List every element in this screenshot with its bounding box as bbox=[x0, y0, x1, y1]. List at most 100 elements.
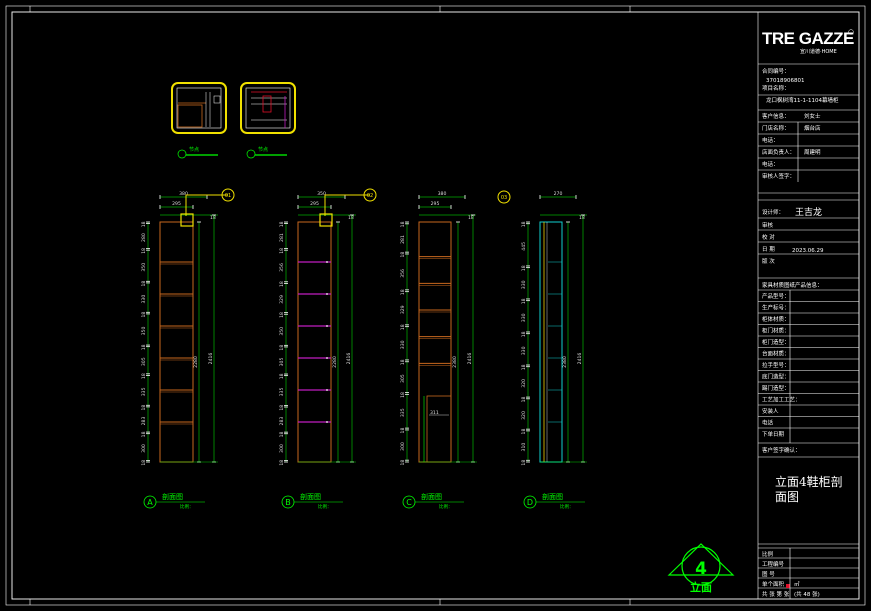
detail-inner bbox=[176, 87, 222, 129]
product-row-label: 产品型号： bbox=[762, 292, 790, 300]
cabinet-outline bbox=[539, 221, 563, 463]
callout-number: 01 bbox=[225, 193, 231, 199]
left-dim-text: 305 bbox=[400, 374, 406, 383]
left-dim-text: 356 bbox=[400, 269, 406, 278]
left-dim-text: 18 bbox=[279, 281, 285, 287]
left-dim-text: 281 bbox=[400, 235, 406, 244]
section-letter: C bbox=[406, 498, 412, 507]
mid-dim-text: 2380 bbox=[562, 356, 568, 368]
left-dim-text: 280 bbox=[141, 233, 147, 242]
left-dim-text: 310 bbox=[521, 443, 527, 452]
section-scale: 比例： bbox=[180, 503, 194, 510]
callout-number: 02 bbox=[367, 193, 373, 199]
top-dim-text: 295 bbox=[172, 201, 181, 207]
left-dim-text: 329 bbox=[279, 295, 285, 304]
top-dim-text: 295 bbox=[310, 201, 319, 207]
shelf-pin bbox=[326, 357, 328, 359]
sheet-outer-border bbox=[5, 5, 866, 606]
left-dim-text: 320 bbox=[521, 379, 527, 388]
left-dim-text: 445 bbox=[521, 242, 527, 251]
review-label: 校 对 bbox=[762, 233, 775, 241]
product-row-label: 台面材质： bbox=[762, 350, 790, 358]
detail-views: 节点 节点 bbox=[171, 82, 296, 159]
section-d: 270 18 18 445 18 330 18 330 18 330 18 320 18 320 18 310… bbox=[521, 191, 587, 510]
shelf-pin bbox=[326, 389, 328, 391]
left-dim-text: 330 bbox=[521, 280, 527, 289]
mid-dim-text: 2380 bbox=[452, 356, 458, 368]
left-dim-text: 18 bbox=[400, 460, 406, 466]
title-block-rows: 合同编号： 37018906801项目名称： 龙口枫树湾11-1-1104幕墙柜客户… bbox=[758, 63, 859, 599]
left-dim-text: 330 bbox=[521, 313, 527, 322]
field-label: 电话： bbox=[762, 160, 779, 168]
left-dim-text: 18 bbox=[141, 221, 147, 227]
side-small-dim: 18 bbox=[348, 215, 354, 221]
field-value: 烟台店 bbox=[804, 124, 821, 132]
bottom-row-label: 单个面积 bbox=[762, 580, 785, 588]
left-dim-text: 18 bbox=[521, 460, 527, 466]
section-title: 剖面图 bbox=[300, 492, 321, 501]
lower-compartment bbox=[426, 395, 452, 463]
elevation-number: 4 bbox=[695, 559, 707, 579]
drawing-title-line1: 立面4鞋柜剖 bbox=[775, 474, 843, 489]
left-dim-text: 18 bbox=[279, 312, 285, 318]
company-logo: TRE GAZZE 宣川道德·HOME bbox=[762, 29, 854, 55]
left-dim-text: 335 bbox=[400, 408, 406, 417]
left-dim-text: 18 bbox=[141, 431, 147, 437]
left-dim-text: 18 bbox=[279, 431, 285, 437]
section-drawings: 380 295 18 18 280 18 350 18 330 18 350 18 305 18 335 18… bbox=[141, 188, 587, 510]
left-dim-text: 18 bbox=[521, 429, 527, 435]
detail-label-circle bbox=[246, 149, 256, 159]
logo-subtitle: 宣川道德·HOME bbox=[800, 48, 837, 55]
left-dim-text: 300 bbox=[279, 444, 285, 453]
left-dim-text: 18 bbox=[279, 405, 285, 411]
top-dim-text: 380 bbox=[438, 191, 447, 197]
product-row-label: 拉手型号： bbox=[762, 361, 790, 369]
review-label: 审核 bbox=[762, 221, 774, 229]
product-row-label: 踢门造型： bbox=[762, 384, 790, 392]
callout-leader bbox=[324, 194, 370, 216]
contract-code-label: 合同编号： bbox=[762, 67, 790, 75]
top-dim-text: 270 bbox=[554, 191, 563, 197]
left-dim-text: 18 bbox=[279, 248, 285, 254]
section-scale: 比例： bbox=[560, 503, 574, 510]
product-row-label: 安装人 bbox=[762, 407, 779, 415]
bottom-row-label: 比例 bbox=[762, 550, 774, 558]
field-label: 审核人签字： bbox=[762, 172, 795, 180]
section-c: 3113802951818281183561832918330183051833… bbox=[400, 191, 477, 510]
left-dim-text: 330 bbox=[400, 340, 406, 349]
logo-text: TRE GAZZE bbox=[762, 29, 854, 48]
left-dim-text: 350 bbox=[141, 263, 147, 272]
detail-label-circle bbox=[177, 149, 187, 159]
product-title: 家具材质图纸产品信息： bbox=[762, 281, 823, 289]
review-label: 日 期 bbox=[762, 246, 775, 253]
bottom-row-value: (共 48 张) bbox=[794, 590, 820, 598]
section-letter: B bbox=[285, 498, 291, 507]
section-scale: 比例： bbox=[439, 503, 453, 510]
right-dim-text: 2416 bbox=[346, 353, 352, 365]
section-title: 剖面图 bbox=[162, 492, 183, 501]
left-dim-text: 18 bbox=[400, 359, 406, 365]
field-value: 刘女士 bbox=[804, 112, 821, 120]
side-small-dim: 18 bbox=[579, 215, 585, 221]
contract-code-value: 37018906801 bbox=[766, 78, 805, 84]
left-dim-text: 18 bbox=[521, 265, 527, 271]
left-dim-text: 330 bbox=[521, 346, 527, 355]
detail-callouts: 01 02 03 bbox=[180, 188, 511, 227]
left-dim-text: 18 bbox=[279, 221, 285, 227]
elevation-label: 立面 bbox=[690, 580, 712, 594]
cabinet-outline bbox=[297, 221, 332, 463]
left-dim-text: 18 bbox=[400, 289, 406, 295]
top-dim-text: 380 bbox=[179, 191, 188, 197]
left-dim-text: 18 bbox=[521, 221, 527, 227]
left-dim-text: 18 bbox=[141, 312, 147, 318]
detail-frame bbox=[171, 82, 227, 134]
left-dim-text: 335 bbox=[141, 387, 147, 396]
left-dim-text: 18 bbox=[279, 345, 285, 351]
shelf-pin bbox=[326, 293, 328, 295]
left-dim-text: 283 bbox=[141, 417, 147, 426]
bottom-row-label: 工程编号 bbox=[762, 560, 785, 568]
mid-dim-text: 2280 bbox=[332, 356, 338, 368]
detail-panel bbox=[177, 104, 203, 128]
detail-inner bbox=[245, 87, 291, 129]
left-dim-text: 18 bbox=[400, 428, 406, 434]
